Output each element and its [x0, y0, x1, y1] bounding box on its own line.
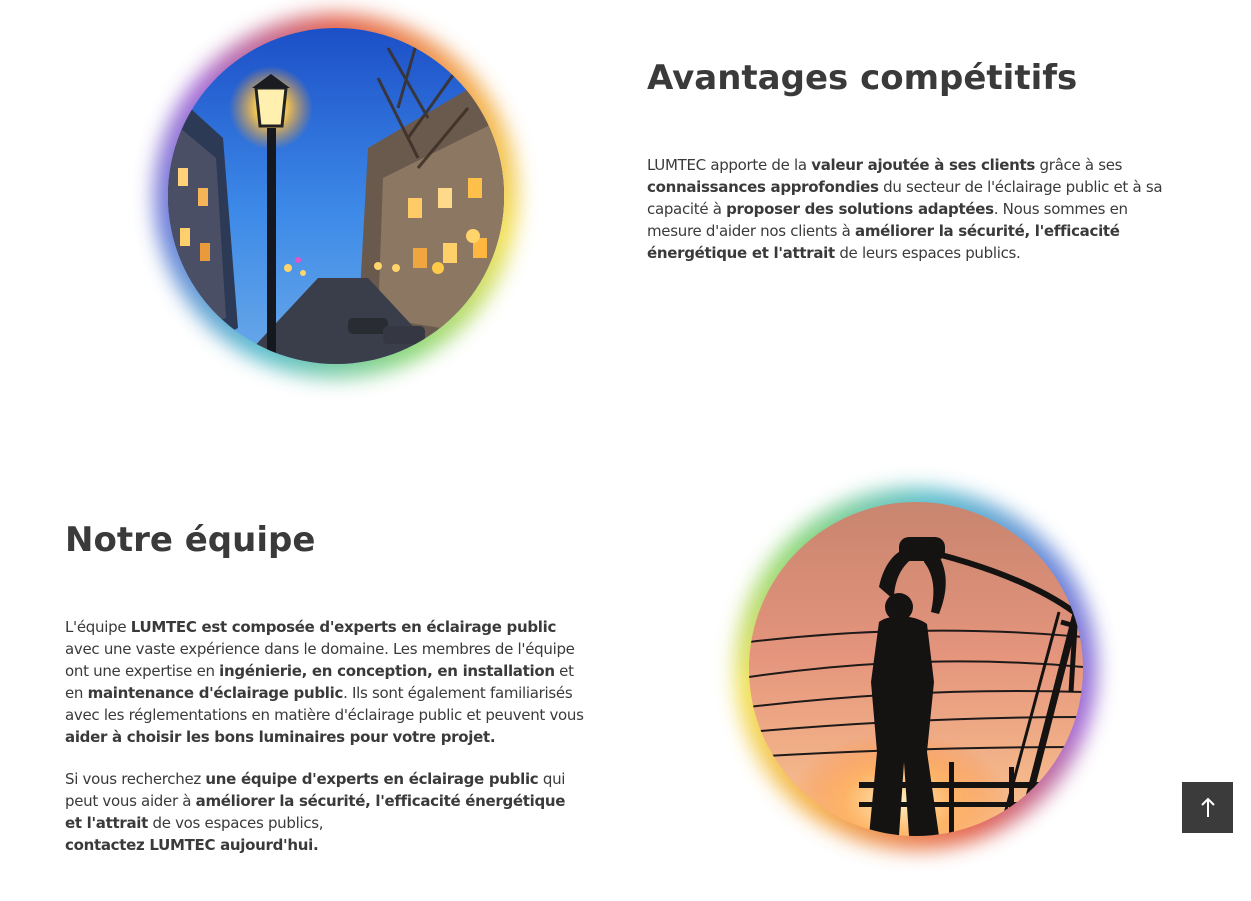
arrow-up-icon — [1200, 797, 1215, 817]
electrician-photo — [684, 437, 1148, 901]
advantages-text: LUMTEC apporte de la valeur ajoutée à se… — [647, 156, 1163, 262]
contact-call-to-action: contactez LUMTEC aujourd'hui. — [65, 836, 319, 854]
electrician-image — [749, 502, 1083, 836]
street-lamp-photo — [154, 14, 518, 378]
team-paragraph-2: Si vous recherchez une équipe d'experts … — [65, 770, 566, 854]
advantages-title: Avantages compétitifs — [647, 58, 1078, 98]
team-paragraph-1: L'équipe LUMTEC est composée d'experts e… — [65, 618, 584, 746]
back-to-top-button[interactable] — [1182, 782, 1233, 833]
team-section: Notre équipe L'équipe LUMTEC est composé… — [65, 518, 585, 856]
team-title: Notre équipe — [65, 520, 316, 560]
street-lamp-image — [168, 28, 504, 364]
advantages-section: Avantages compétitifs LUMTEC apporte de … — [647, 56, 1177, 264]
